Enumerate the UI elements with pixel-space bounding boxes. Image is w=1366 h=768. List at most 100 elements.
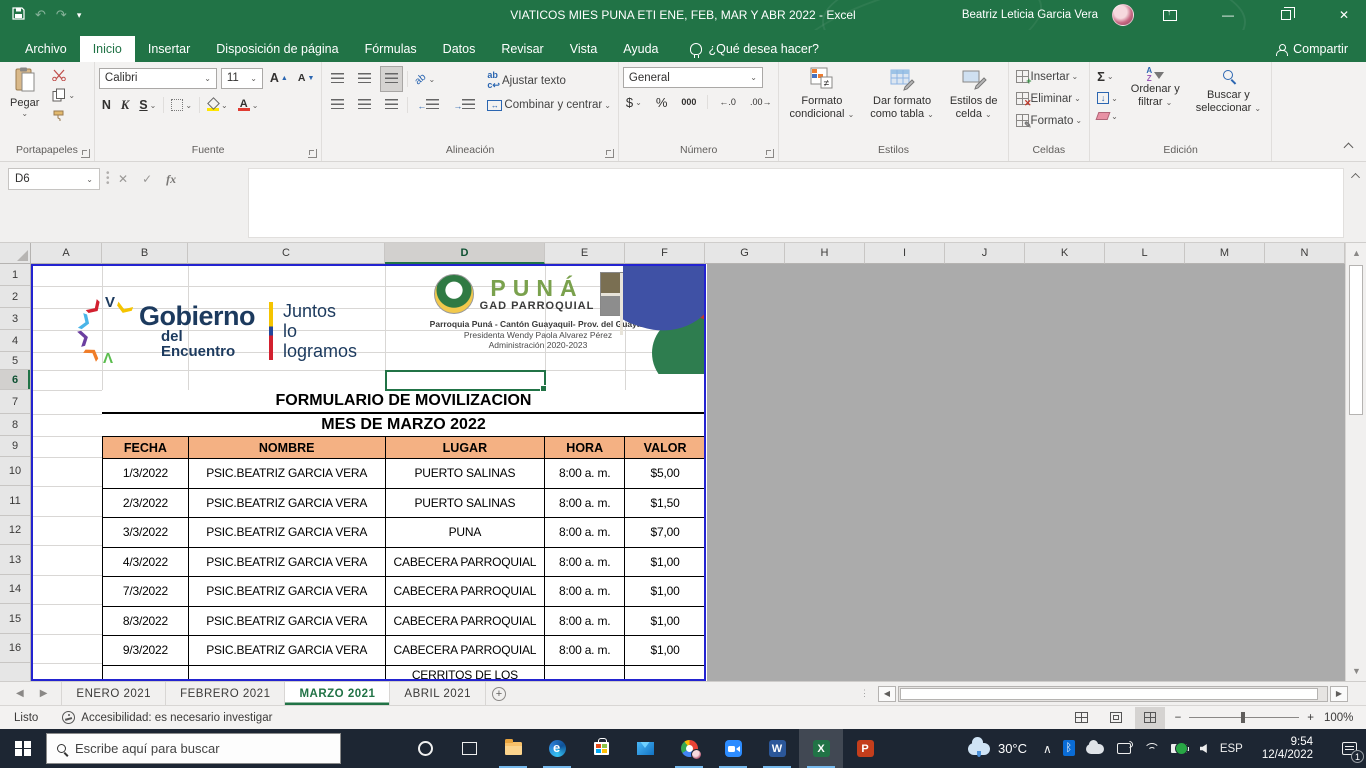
find-select-button[interactable]: Buscar yseleccionar bbox=[1190, 64, 1267, 118]
sort-filter-button[interactable]: AZ Ordenar yfiltrar bbox=[1125, 64, 1186, 112]
cell-lugar[interactable]: CABECERA PARROQUIAL bbox=[386, 548, 546, 577]
cell-lugar[interactable]: PUERTO SALINAS bbox=[386, 459, 546, 488]
cell-fecha[interactable]: 4/3/2022 bbox=[103, 548, 189, 577]
onedrive-icon[interactable] bbox=[1086, 744, 1104, 754]
column-header[interactable]: J bbox=[945, 243, 1025, 264]
cell-fecha[interactable]: 2/3/2022 bbox=[103, 489, 189, 518]
cell-nombre[interactable]: PSIC.BEATRIZ GARCIA VERA bbox=[189, 577, 386, 606]
row-header[interactable]: 11 bbox=[0, 486, 30, 516]
fill-color-button[interactable] bbox=[204, 97, 231, 113]
cell-fecha[interactable]: 1/3/2022 bbox=[103, 459, 189, 488]
row-header[interactable]: 2 bbox=[0, 286, 30, 308]
menu-tab[interactable]: Revisar bbox=[488, 36, 556, 62]
paste-button[interactable]: Pegar bbox=[4, 64, 45, 120]
cell-fecha[interactable]: 8/3/2022 bbox=[103, 607, 189, 636]
accessibility-checker[interactable]: Accesibilidad: es necesario investigar bbox=[52, 711, 282, 724]
format-cells-button[interactable]: ✎Formato bbox=[1013, 112, 1086, 129]
cell-valor[interactable]: $1,00 bbox=[625, 548, 705, 577]
table-row[interactable]: 7/3/2022 PSIC.BEATRIZ GARCIA VERA CABECE… bbox=[103, 576, 705, 606]
edge-button[interactable] bbox=[535, 729, 579, 768]
table-header-cell[interactable]: HORA bbox=[545, 437, 625, 458]
task-view-button[interactable] bbox=[447, 729, 491, 768]
table-row[interactable]: 2/3/2022 PSIC.BEATRIZ GARCIA VERA PUERTO… bbox=[103, 488, 705, 518]
normal-view-button[interactable] bbox=[1067, 707, 1097, 729]
menu-tab[interactable]: Fórmulas bbox=[352, 36, 430, 62]
column-header[interactable]: C bbox=[188, 243, 385, 264]
cell-valor[interactable]: $1,50 bbox=[625, 489, 705, 518]
zoom-level[interactable]: 100% bbox=[1324, 712, 1366, 724]
number-dialog-launcher-icon[interactable] bbox=[765, 149, 774, 158]
horizontal-scrollbar[interactable] bbox=[898, 686, 1328, 702]
column-header[interactable]: N bbox=[1265, 243, 1345, 264]
clipboard-dialog-launcher-icon[interactable] bbox=[81, 149, 90, 158]
currency-button[interactable]: $ bbox=[623, 93, 645, 112]
grow-font-button[interactable]: A▲ bbox=[267, 69, 291, 87]
cortana-button[interactable] bbox=[403, 729, 447, 768]
hscroll-right-icon[interactable]: ▶ bbox=[1330, 686, 1348, 702]
name-box[interactable]: D6 bbox=[8, 168, 100, 190]
column-header[interactable]: E bbox=[545, 243, 625, 264]
column-header[interactable]: L bbox=[1105, 243, 1185, 264]
clear-button[interactable] bbox=[1094, 110, 1121, 122]
cell-hora[interactable]: 8:00 a. m. bbox=[545, 666, 625, 682]
font-color-button[interactable]: A bbox=[235, 98, 262, 113]
borders-button[interactable] bbox=[168, 97, 195, 113]
row-header[interactable]: 3 bbox=[0, 308, 30, 330]
table-row[interactable]: 3/3/2022 PSIC.BEATRIZ GARCIA VERA PUNA 8… bbox=[103, 517, 705, 547]
sheet-canvas[interactable]: V ❯ ❯ ❯ ❯ ❯ Λ Gobierno del Encuentro Jun… bbox=[31, 264, 1345, 681]
sheet-tab[interactable]: FEBRERO 2021 bbox=[166, 682, 285, 705]
align-top-button[interactable] bbox=[326, 66, 349, 92]
decrease-decimal-button[interactable]: .00→ bbox=[747, 95, 775, 109]
row-header[interactable]: 10 bbox=[0, 457, 30, 486]
row-header[interactable]: 16 bbox=[0, 634, 30, 663]
alignment-dialog-launcher-icon[interactable] bbox=[605, 149, 614, 158]
underline-button[interactable]: S bbox=[136, 96, 159, 114]
table-header-cell[interactable]: FECHA bbox=[103, 437, 189, 458]
collapse-formula-bar-icon[interactable] bbox=[1351, 173, 1360, 182]
bold-button[interactable]: N bbox=[99, 96, 114, 114]
row-header[interactable]: 15 bbox=[0, 604, 30, 634]
tell-me-search[interactable]: ¿Qué desea hacer? bbox=[690, 36, 820, 62]
column-header[interactable]: A bbox=[31, 243, 102, 264]
user-avatar[interactable] bbox=[1112, 4, 1134, 26]
cell-hora[interactable]: 8:00 a. m. bbox=[545, 607, 625, 636]
orientation-button[interactable]: ab bbox=[412, 72, 438, 87]
merge-center-button[interactable]: ↔Combinar y centrar bbox=[484, 97, 614, 113]
cell-fecha[interactable]: 3/3/2022 bbox=[103, 518, 189, 547]
sheet-tab[interactable]: ABRIL 2021 bbox=[390, 682, 486, 705]
cell-lugar[interactable]: CABECERA PARROQUIAL bbox=[386, 607, 546, 636]
zoom-slider-thumb[interactable] bbox=[1241, 712, 1245, 723]
row-header[interactable]: 12 bbox=[0, 516, 30, 545]
column-header[interactable]: F bbox=[625, 243, 705, 264]
page-layout-view-button[interactable] bbox=[1101, 707, 1131, 729]
sheet-tab[interactable]: MARZO 2021 bbox=[285, 682, 390, 705]
excel-button[interactable] bbox=[799, 729, 843, 768]
font-name-select[interactable]: Calibri bbox=[99, 68, 217, 89]
format-painter-button[interactable] bbox=[49, 107, 78, 124]
cell-valor[interactable]: $1,00 bbox=[625, 607, 705, 636]
file-explorer-button[interactable] bbox=[491, 729, 535, 768]
table-header-cell[interactable]: NOMBRE bbox=[189, 437, 386, 458]
table-row[interactable]: 8/3/2022 PSIC.BEATRIZ GARCIA VERA CABECE… bbox=[103, 606, 705, 636]
table-row[interactable]: 9/3/2022 PSIC.BEATRIZ GARCIA VERA CABECE… bbox=[103, 635, 705, 665]
store-button[interactable] bbox=[579, 729, 623, 768]
save-icon[interactable] bbox=[12, 7, 25, 23]
italic-button[interactable]: K bbox=[118, 96, 132, 115]
wifi-icon[interactable] bbox=[1144, 743, 1158, 754]
formula-input[interactable] bbox=[248, 168, 1344, 238]
cell-fecha[interactable]: 7/3/2022 bbox=[103, 577, 189, 606]
cell-nombre[interactable]: PSIC.BEATRIZ GARCIA VERA bbox=[189, 518, 386, 547]
number-format-select[interactable]: General bbox=[623, 67, 763, 88]
select-all-corner[interactable] bbox=[0, 243, 31, 264]
restore-button[interactable] bbox=[1264, 0, 1308, 30]
customize-qat-icon[interactable]: ▾ bbox=[77, 10, 82, 21]
align-right-button[interactable] bbox=[380, 92, 403, 118]
cell-lugar[interactable]: CABECERA PARROQUIAL bbox=[386, 577, 546, 606]
fill-button[interactable]: ↓ bbox=[1094, 90, 1121, 106]
menu-tab[interactable]: Insertar bbox=[135, 36, 203, 62]
cell-hora[interactable]: 8:00 a. m. bbox=[545, 489, 625, 518]
cell-valor[interactable]: $1,00 bbox=[625, 636, 705, 665]
table-row[interactable]: 4/3/2022 PSIC.BEATRIZ GARCIA VERA CABECE… bbox=[103, 547, 705, 577]
column-header[interactable]: M bbox=[1185, 243, 1265, 264]
word-button[interactable] bbox=[755, 729, 799, 768]
